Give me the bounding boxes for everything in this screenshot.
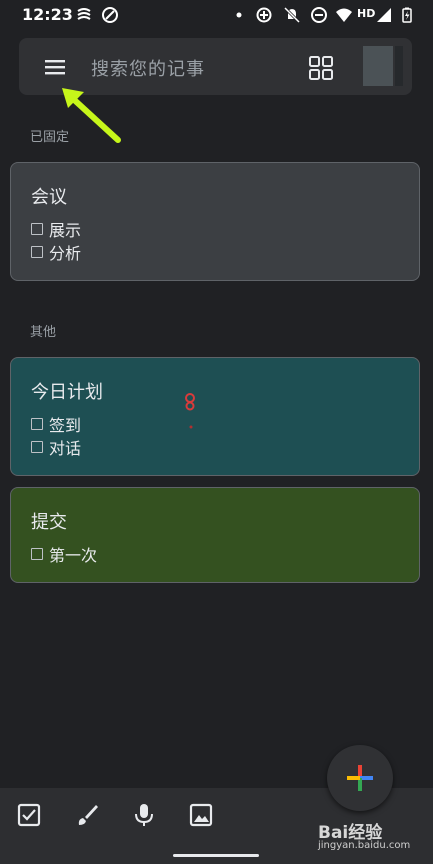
- checkbox-icon[interactable]: [31, 418, 43, 430]
- image-icon[interactable]: [188, 802, 214, 828]
- note-checklist-item: 分析: [31, 240, 81, 264]
- block-icon: [102, 7, 118, 23]
- mute-icon: [283, 6, 301, 24]
- section-label-other: 其他: [30, 325, 57, 340]
- note-card-submit[interactable]: 提交 第一次: [10, 487, 420, 583]
- dnd-icon: [311, 7, 327, 23]
- checkbox-icon[interactable]: [31, 223, 43, 235]
- avatar[interactable]: [363, 46, 393, 86]
- section-label-pinned: 已固定: [30, 130, 70, 145]
- note-card-meeting[interactable]: 会议 展示 分析: [10, 162, 420, 281]
- checkbox-icon[interactable]: [31, 246, 43, 258]
- note-title: 会议: [31, 187, 67, 208]
- battery-icon: [402, 7, 412, 23]
- note-checklist-item: 对话: [31, 435, 81, 459]
- note-title: 今日计划: [31, 382, 103, 403]
- checkbox-icon[interactable]: [31, 441, 43, 453]
- note-title: 提交: [31, 512, 67, 533]
- checkbox-icon[interactable]: [31, 548, 43, 560]
- note-checklist-item: 展示: [31, 217, 81, 241]
- watermark-url: jingyan.baidu.com: [318, 840, 411, 851]
- plus-icon: [347, 765, 373, 791]
- red-mark-icon: [185, 393, 195, 429]
- signal-icon: [377, 8, 391, 22]
- wifi-icon: [336, 8, 352, 22]
- note-item-label: 分析: [49, 244, 82, 263]
- sync-icon: [77, 8, 91, 20]
- note-checklist-item: 签到: [31, 412, 81, 436]
- search-input[interactable]: 搜索您的记事: [91, 55, 205, 81]
- status-bar: 12:23 HD: [0, 0, 433, 30]
- grid-view-icon[interactable]: [307, 54, 335, 82]
- new-note-button[interactable]: [327, 745, 393, 811]
- data-saver-icon: [256, 7, 272, 23]
- hd-label: HD: [357, 7, 376, 20]
- menu-icon[interactable]: [39, 52, 69, 82]
- mic-icon[interactable]: [131, 802, 157, 828]
- dot-icon: [236, 12, 242, 18]
- note-item-label: 对话: [49, 439, 82, 458]
- note-item-label: 签到: [49, 416, 82, 435]
- checkbox-icon[interactable]: [16, 802, 42, 828]
- note-item-label: 第一次: [49, 546, 98, 565]
- note-card-today-plan[interactable]: 今日计划 签到 对话: [10, 357, 420, 476]
- status-time: 12:23: [22, 5, 73, 24]
- brush-icon[interactable]: [74, 802, 100, 828]
- note-checklist-item: 第一次: [31, 542, 97, 566]
- gesture-bar[interactable]: [173, 854, 259, 857]
- note-item-label: 展示: [49, 221, 82, 240]
- avatar-shadow: [395, 46, 403, 86]
